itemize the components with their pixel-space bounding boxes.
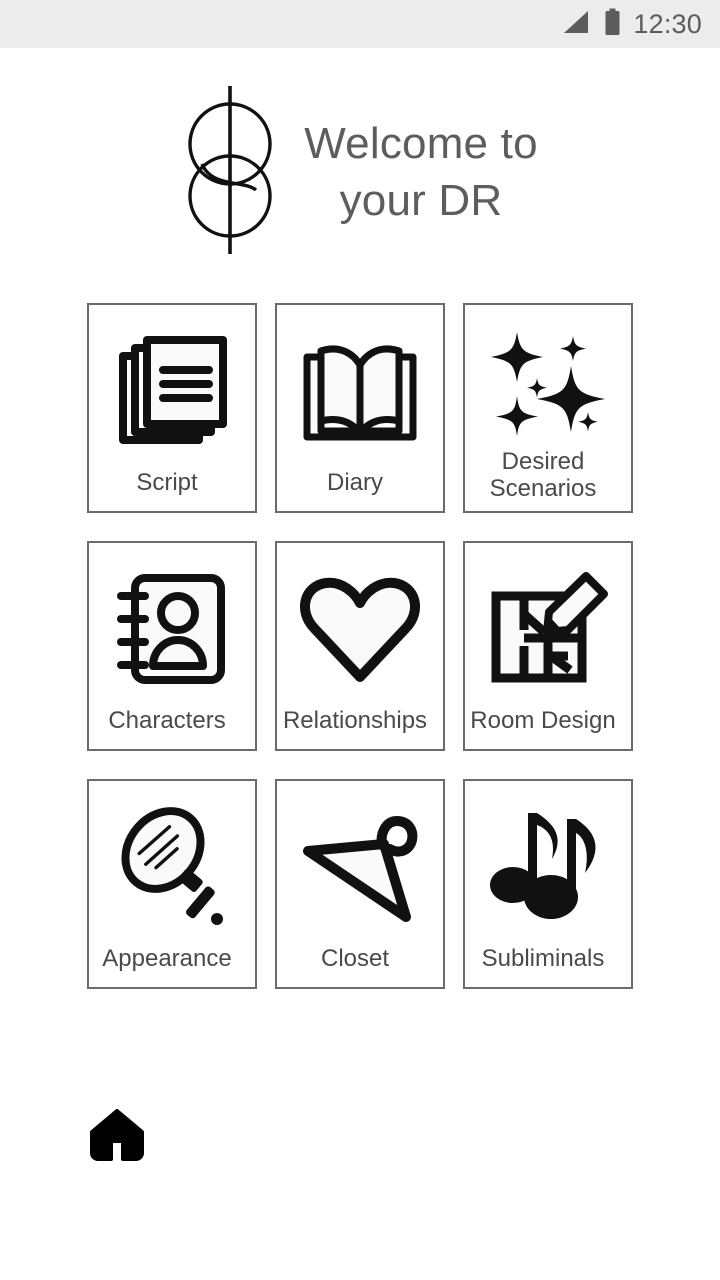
hand-mirror-icon (89, 781, 255, 946)
tile-label: Desired Scenarios (489, 448, 597, 503)
stacked-pages-icon (89, 305, 255, 470)
open-book-icon (277, 305, 443, 470)
tile-appearance[interactable]: Appearance (87, 779, 257, 989)
tile-diary[interactable]: Diary (275, 303, 445, 513)
music-notes-icon (465, 781, 631, 946)
tile-label: Script (136, 469, 198, 497)
feature-grid: Script Diary Desired Scenarios Character… (0, 303, 720, 989)
tile-characters[interactable]: Characters (87, 541, 257, 751)
page-title: Welcome to your DR (304, 119, 538, 225)
contact-book-icon (89, 543, 255, 708)
header: Welcome to your DR (0, 48, 720, 275)
tile-closet[interactable]: Closet (275, 779, 445, 989)
feature-grid-wrapper: Script Diary Desired Scenarios Character… (0, 275, 720, 989)
floor-plan-pencil-icon (465, 543, 631, 708)
heart-outline-icon (277, 543, 443, 708)
tile-desired-scenarios[interactable]: Desired Scenarios (463, 303, 633, 513)
status-bar-icons (560, 8, 621, 41)
status-bar-time: 12:30 (633, 8, 702, 39)
tile-label: Room Design (470, 707, 616, 735)
brand-two-circles-line-logo (182, 80, 278, 265)
signal-triangle-icon (560, 9, 590, 40)
footer-nav (0, 989, 720, 1280)
tile-label: Diary (326, 469, 383, 497)
tile-label: Relationships (282, 707, 428, 735)
tile-relationships[interactable]: Relationships (275, 541, 445, 751)
tile-label: Appearance (102, 945, 232, 973)
home-button[interactable] (88, 1106, 146, 1164)
app-screen: 12:30 Welcome to your DR Script Diary De… (0, 0, 720, 1280)
status-bar: 12:30 (0, 0, 720, 48)
tile-script[interactable]: Script (87, 303, 257, 513)
sparkles-icon (465, 305, 631, 449)
tile-label: Characters (108, 707, 226, 735)
clothes-hanger-icon (277, 781, 443, 946)
tile-label: Closet (320, 945, 390, 973)
tile-room-design[interactable]: Room Design (463, 541, 633, 751)
battery-full-icon (604, 8, 621, 41)
home-icon (90, 1108, 144, 1161)
tile-subliminals[interactable]: Subliminals (463, 779, 633, 989)
tile-label: Subliminals (481, 945, 605, 973)
